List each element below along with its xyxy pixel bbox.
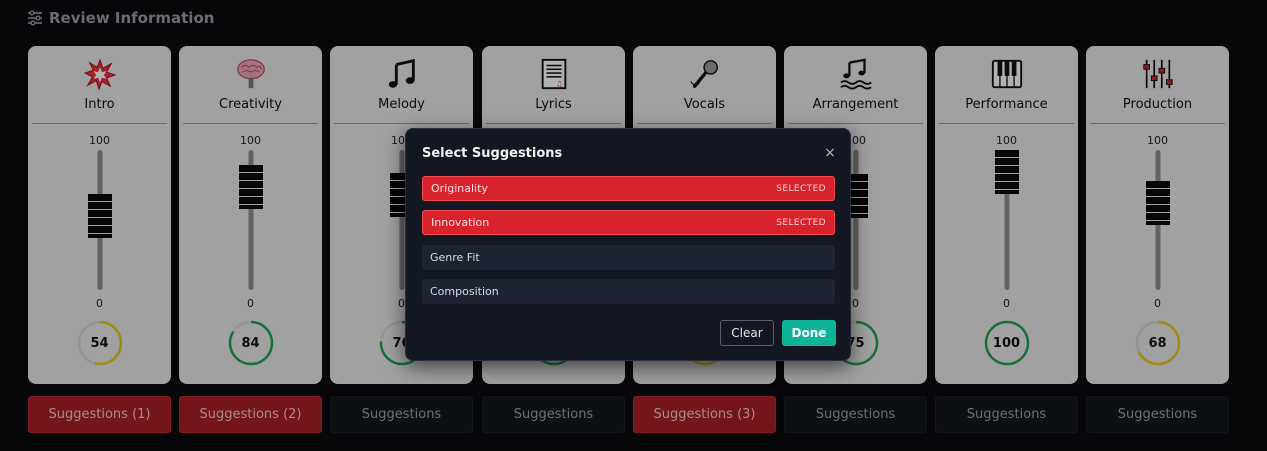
option-label: Innovation [431, 216, 490, 229]
selected-badge: SELECTED [776, 183, 826, 194]
option-originality[interactable]: Originality SELECTED [422, 176, 835, 201]
option-composition[interactable]: Composition [422, 279, 835, 304]
option-innovation[interactable]: Innovation SELECTED [422, 210, 835, 235]
done-button[interactable]: Done [782, 320, 836, 346]
close-icon[interactable]: × [822, 145, 838, 161]
option-label: Originality [431, 182, 488, 195]
select-suggestions-modal: Select Suggestions × Originality SELECTE… [405, 128, 851, 361]
option-label: Genre Fit [430, 251, 480, 264]
selected-badge: SELECTED [776, 217, 826, 228]
option-genre-fit[interactable]: Genre Fit [422, 245, 835, 270]
clear-button[interactable]: Clear [720, 320, 774, 346]
modal-title: Select Suggestions [422, 146, 563, 161]
option-label: Composition [430, 285, 499, 298]
